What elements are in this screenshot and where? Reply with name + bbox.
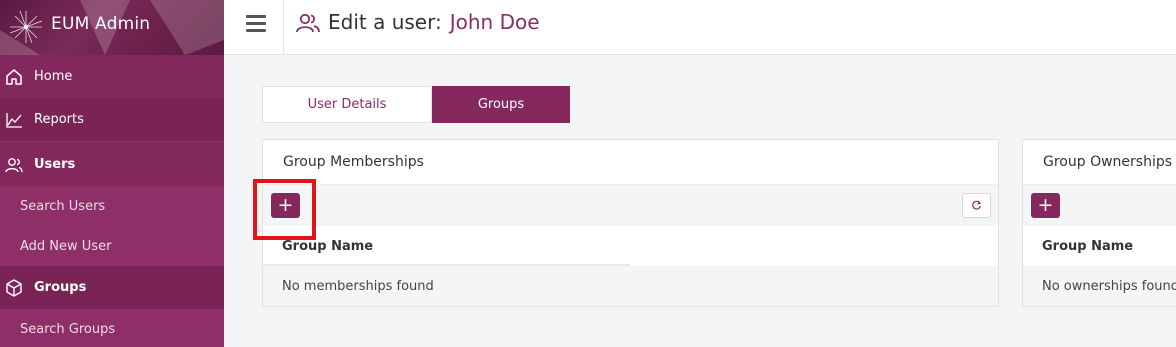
sidebar-item-add-new-user[interactable]: Add New User — [0, 226, 224, 266]
empty-message: No memberships found — [263, 266, 998, 306]
sidebar-item-users[interactable]: Users — [0, 143, 224, 186]
panel-toolbar: + — [263, 185, 998, 226]
refresh-button[interactable] — [962, 193, 991, 218]
home-icon — [6, 68, 22, 85]
top-bar: Edit a user: John Doe — [224, 0, 1176, 55]
panel-title: Group Memberships — [263, 140, 998, 185]
sidebar-item-home[interactable]: Home — [0, 55, 224, 98]
sidebar: EUM Admin Home Reports Users Search User… — [0, 0, 224, 347]
chart-line-icon — [6, 112, 22, 128]
users-icon — [296, 13, 320, 33]
menu-toggle-icon[interactable] — [246, 15, 266, 33]
refresh-icon — [972, 200, 982, 210]
tab-bar: User Details Groups — [262, 86, 570, 123]
sidebar-item-search-groups[interactable]: Search Groups — [0, 309, 224, 347]
group-memberships-panel: Group Memberships + Group Name No member… — [262, 139, 999, 307]
tab-user-details[interactable]: User Details — [262, 86, 432, 123]
column-label: Group Name — [1042, 238, 1134, 254]
page-title: Edit a user: John Doe — [328, 10, 540, 34]
app-title[interactable]: EUM Admin — [51, 14, 150, 34]
column-label: Group Name — [282, 238, 374, 254]
column-header-group-name[interactable]: Group Name — [263, 226, 998, 266]
brand-header: EUM Admin — [0, 0, 224, 55]
panel-toolbar: + — [1023, 185, 1176, 226]
column-header-group-name[interactable]: Group Name — [1023, 226, 1176, 266]
sidebar-item-search-users[interactable]: Search Users — [0, 186, 224, 226]
brand-logo-icon — [9, 10, 43, 44]
sidebar-item-label: Home — [34, 69, 73, 84]
sidebar-item-label: Search Users — [20, 198, 106, 214]
page-title-prefix: Edit a user: — [328, 10, 442, 34]
page-title-user-name: John Doe — [449, 10, 540, 34]
sidebar-item-label: Reports — [34, 112, 84, 127]
sidebar-item-groups[interactable]: Groups — [0, 266, 224, 309]
users-icon — [5, 157, 23, 172]
sidebar-item-reports[interactable]: Reports — [0, 98, 224, 141]
divider — [283, 0, 284, 55]
panel-title: Group Ownerships — [1023, 140, 1176, 185]
add-ownership-button[interactable]: + — [1031, 193, 1060, 218]
add-membership-button[interactable]: + — [271, 193, 300, 218]
sidebar-item-label: Groups — [34, 280, 87, 295]
sidebar-item-label: Add New User — [20, 238, 112, 254]
cube-icon — [6, 278, 22, 297]
column-divider — [263, 264, 630, 266]
empty-message: No ownerships found — [1023, 266, 1176, 306]
sidebar-item-label: Users — [34, 157, 76, 172]
sidebar-item-label: Search Groups — [20, 321, 116, 337]
group-ownerships-panel: Group Ownerships + Group Name No ownersh… — [1022, 139, 1176, 307]
tab-groups[interactable]: Groups — [432, 86, 570, 123]
